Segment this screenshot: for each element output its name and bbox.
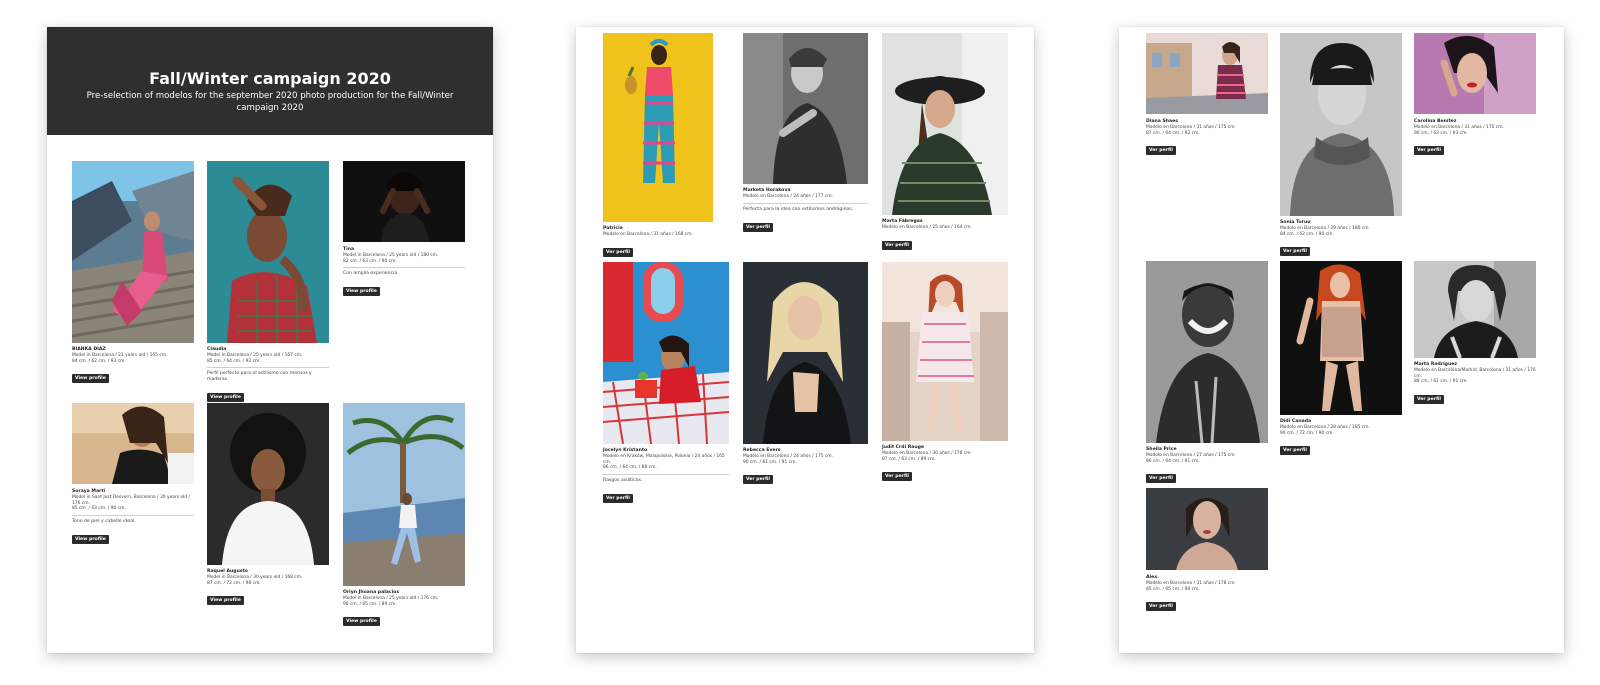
model-caption: Marta Fábregas Modelo en Barcelona / 25 … <box>882 219 1008 250</box>
model-photo[interactable] <box>343 161 465 242</box>
caption-divider <box>207 367 329 369</box>
model-photo[interactable] <box>603 262 729 444</box>
model-note: Tono de piel y cabello ideal. <box>72 518 136 524</box>
model-caption: Judit Crdi Rauge Modelo en Barcelona / 3… <box>882 445 1008 482</box>
model-measures: 84 cm. / 62 cm. / 90 cm. <box>1280 231 1334 237</box>
model-photo[interactable] <box>1414 261 1536 358</box>
view-profile-button[interactable]: Ver perfil <box>1146 146 1176 156</box>
view-profile-button[interactable]: Ver perfil <box>603 493 633 503</box>
caption-divider <box>603 473 729 475</box>
view-profile-button[interactable]: Ver perfil <box>1414 146 1444 156</box>
view-profile-button[interactable]: Ver perfil <box>1146 474 1176 484</box>
model-caption: Alex. Modelo en Barcelona / 31 años / 17… <box>1146 575 1268 612</box>
model-measures: 87 cm. / 63 cm. / 89 cm. <box>882 456 936 462</box>
model-photo[interactable] <box>72 403 194 484</box>
model-measures: 90 cm. / 63 cm. / 93 cm. <box>1414 130 1468 136</box>
view-profile-button[interactable]: View profile <box>343 617 380 627</box>
catalog-page-1: Fall/Winter campaign 2020 Pre-selection … <box>47 27 493 653</box>
view-profile-button[interactable]: View profile <box>343 287 380 297</box>
campaign-banner: Fall/Winter campaign 2020 Pre-selection … <box>47 27 493 135</box>
view-profile-button[interactable]: View profile <box>72 534 109 544</box>
view-profile-button[interactable]: Ver perfil <box>743 222 773 232</box>
model-photo[interactable] <box>1146 488 1268 570</box>
model-caption: BIANKA DIAZ Model in Barcelona / 21 year… <box>72 347 194 384</box>
model-measures: 87 cm. / 64 cm. / 92 cm. <box>1146 130 1200 136</box>
model-photo[interactable] <box>1146 33 1268 114</box>
model-info: Modelo en Barcelona/Madrid, Barcelona / … <box>1414 368 1536 379</box>
page-title: Fall/Winter campaign 2020 <box>149 69 391 88</box>
catalog-page-3: Diana Shaes Modelo en Barcelona / 31 año… <box>1119 27 1564 653</box>
model-caption: Rebecca Evers Modelo en Barcelona / 24 a… <box>743 448 868 485</box>
model-caption: Sheila Price Modelo en Barcelona / 27 añ… <box>1146 447 1268 484</box>
model-measures: 84 cm. / 62 cm. / 93 cm. <box>72 358 126 364</box>
model-caption: Oriyn Jhoana palacios Model in Barcelona… <box>343 590 465 627</box>
page-subtitle: Pre-selection of modelos for the septemb… <box>86 91 454 113</box>
model-note: Rasgos asiáticos. <box>603 477 643 483</box>
view-profile-button[interactable]: Ver perfil <box>1280 446 1310 456</box>
model-caption: Marta Rodríguez Modelo en Barcelona/Madr… <box>1414 362 1536 404</box>
view-profile-button[interactable]: Ver perfil <box>603 247 633 257</box>
model-photo[interactable] <box>1280 33 1402 216</box>
model-photo[interactable] <box>207 403 329 565</box>
model-photo[interactable] <box>1414 33 1536 114</box>
view-profile-button[interactable]: View profile <box>207 393 244 403</box>
model-info: Modelo en Barcelona / 24 años / 177 cm. <box>743 194 833 199</box>
model-photo[interactable] <box>882 33 1008 215</box>
model-caption: Patricia Modelo en Barcelona / 31 años /… <box>603 226 713 257</box>
model-measures: 88 cm. / 61 cm. / 91 cm. <box>1414 379 1468 385</box>
model-caption: Sonia Toruu Modelo en Barcelona / 29 año… <box>1280 220 1402 257</box>
caption-divider <box>72 514 194 516</box>
model-photo[interactable] <box>1146 261 1268 443</box>
model-info: Modelo en Kraków, Malopolskie, Polonia /… <box>603 454 725 465</box>
model-caption: Soraya Marti Model in Sant Just Desvern,… <box>72 489 194 544</box>
model-measures: 90 cm. / 65 cm. / 89 cm. <box>343 601 397 607</box>
view-profile-button[interactable]: Ver perfil <box>1146 602 1176 612</box>
model-caption: Didi Canada Modelo en Barcelona / 28 año… <box>1280 419 1402 456</box>
model-measures: 86 cm. / 64 cm. / 88 cm. <box>603 465 657 471</box>
model-photo[interactable] <box>343 403 465 586</box>
model-measures: 86 cm. / 64 cm. / 91 cm. <box>1146 458 1200 464</box>
model-measures: 85 cm. / 63 cm. / 90 cm. <box>72 506 126 512</box>
model-photo[interactable] <box>743 262 868 444</box>
view-profile-button[interactable]: Ver perfil <box>1280 247 1310 257</box>
view-profile-button[interactable]: Ver perfil <box>743 475 773 485</box>
model-caption: Raquel Augusto Model in Barcelona / 30 y… <box>207 569 329 606</box>
model-info: Modelo en Barcelona / 31 años / 168 cm. <box>603 232 693 237</box>
model-photo[interactable] <box>743 33 868 184</box>
model-photo[interactable] <box>207 161 329 343</box>
view-profile-button[interactable]: View profile <box>207 596 244 606</box>
model-measures: 85 cm. / 64 cm. / 92 cm. <box>207 358 261 364</box>
model-photo[interactable] <box>882 262 1008 441</box>
model-measures: 87 cm. / 72 cm. / 98 cm. <box>207 580 261 586</box>
model-caption: Jocelyn Kristanto Modelo en Kraków, Malo… <box>603 448 729 503</box>
caption-divider <box>743 202 868 204</box>
model-caption: Claudia Model in Barcelona / 25 years ol… <box>207 347 329 403</box>
catalog-page-2: Patricia Modelo en Barcelona / 31 años /… <box>576 27 1034 653</box>
view-profile-button[interactable]: Ver perfil <box>1414 394 1444 404</box>
caption-divider <box>343 267 465 269</box>
model-note: Perfecta para la idea con estilismos and… <box>743 206 854 212</box>
model-measures: 90 cm. / 61 cm. / 91 cm. <box>743 459 797 465</box>
model-info: Modelo en Barcelona / 25 años / 164 cm. <box>882 225 972 230</box>
model-caption: Diana Shaes Modelo en Barcelona / 31 año… <box>1146 119 1268 156</box>
model-photo[interactable] <box>603 33 713 222</box>
model-measures: 90 cm. / 72 cm. / 90 cm. <box>1280 430 1334 436</box>
view-profile-button[interactable]: Ver perfil <box>882 240 912 250</box>
view-profile-button[interactable]: View profile <box>72 374 109 384</box>
model-note: Con amplia experiencia. <box>343 271 399 277</box>
model-caption: Tina Model in Barcelona / 25 years old /… <box>343 247 465 297</box>
model-note: Perfil perfecto para el estilismo con me… <box>207 371 312 383</box>
model-photo[interactable] <box>1280 261 1402 415</box>
model-measures: 85 cm. / 65 cm. / 90 cm. <box>1146 586 1200 592</box>
model-measures: 82 cm. / 63 cm. / 90 cm. <box>343 258 397 264</box>
model-info: Model in Sant Just Desvern, Barcelona / … <box>72 495 191 506</box>
model-caption: Carolina Benítez Modelo en Barcelona / 3… <box>1414 119 1536 156</box>
view-profile-button[interactable]: Ver perfil <box>882 472 912 482</box>
model-caption: Marketa Horakova Modelo en Barcelona / 2… <box>743 188 868 232</box>
model-photo[interactable] <box>72 161 194 343</box>
